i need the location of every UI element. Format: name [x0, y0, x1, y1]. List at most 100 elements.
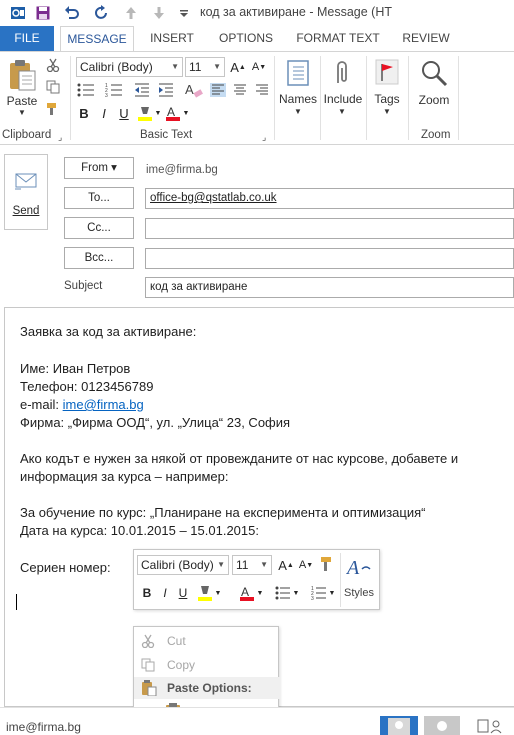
- menu-item-label: Copy: [167, 658, 196, 672]
- outlook-icon[interactable]: [8, 3, 28, 23]
- align-right-icon[interactable]: [252, 81, 272, 99]
- avatar[interactable]: [424, 716, 460, 735]
- chevron-down-icon: ▼: [260, 560, 268, 569]
- tab-options[interactable]: OPTIONS: [212, 26, 280, 51]
- redo-icon[interactable]: [92, 3, 112, 23]
- mini-font-name-combo[interactable]: Calibri (Body) ▼: [137, 555, 229, 575]
- mini-font-size-combo[interactable]: 11 ▼: [232, 555, 272, 575]
- highlight-icon[interactable]: [196, 583, 214, 603]
- to-recipient[interactable]: office-bg@qstatlab.co.uk: [150, 192, 277, 204]
- increase-indent-icon[interactable]: [156, 81, 176, 99]
- body-line: Име: Иван Петров: [20, 361, 131, 376]
- highlight-icon[interactable]: [136, 104, 154, 122]
- mini-italic-button[interactable]: I: [158, 584, 172, 602]
- align-left-icon[interactable]: [208, 81, 228, 99]
- menu-item-label: Paste Options:: [167, 681, 252, 695]
- subject-field[interactable]: код за активиране: [145, 277, 514, 298]
- copy-icon[interactable]: [44, 79, 62, 95]
- menu-item-paste-options: Paste Options:: [134, 677, 280, 699]
- mini-underline-button[interactable]: U: [176, 584, 190, 602]
- attach-icon[interactable]: [327, 58, 357, 88]
- chevron-down-icon[interactable]: ▼: [381, 107, 393, 116]
- italic-button[interactable]: I: [96, 104, 112, 122]
- paste-button[interactable]: Paste: [4, 94, 40, 108]
- body-line: Заявка за код за активиране:: [20, 324, 197, 339]
- chevron-down-icon[interactable]: ▼: [182, 107, 190, 119]
- bcc-button[interactable]: Bcc...: [64, 247, 134, 269]
- chevron-down-icon[interactable]: ▼: [214, 587, 222, 599]
- more-icon[interactable]: [174, 3, 194, 23]
- styles-button[interactable]: Styles: [344, 587, 374, 599]
- ribbon: Paste ▼ Clipboard ⌟ Calibri (Body) ▼ 11 …: [0, 51, 514, 145]
- mini-font-name-value: Calibri (Body): [141, 558, 214, 572]
- down-arrow-icon[interactable]: [149, 3, 169, 23]
- menu-item-copy[interactable]: Copy: [134, 654, 280, 676]
- cut-icon[interactable]: [44, 57, 62, 73]
- menu-item-cut[interactable]: Cut: [134, 630, 280, 652]
- chevron-down-icon[interactable]: ▼: [154, 107, 162, 119]
- separator: [70, 56, 71, 140]
- people-pane-icon[interactable]: [476, 718, 506, 734]
- basic-text-launcher-icon[interactable]: ⌟: [262, 132, 266, 143]
- grow-font-icon[interactable]: A ▲: [278, 556, 294, 574]
- bold-button[interactable]: B: [76, 104, 92, 122]
- undo-icon[interactable]: [62, 3, 82, 23]
- align-center-icon[interactable]: [230, 81, 250, 99]
- to-field[interactable]: office-bg@qstatlab.co.uk: [145, 188, 514, 209]
- shrink-font-icon[interactable]: A ▼: [298, 556, 314, 574]
- bullets-icon[interactable]: [76, 81, 96, 99]
- bcc-field[interactable]: [145, 248, 514, 269]
- body-line: Фирма: „Фирма ООД“, ул. „Улица“ 23, Софи…: [20, 415, 291, 430]
- from-button[interactable]: From ▾: [64, 157, 134, 179]
- tab-insert[interactable]: INSERT: [142, 26, 202, 51]
- separator: [408, 56, 409, 140]
- format-painter-icon[interactable]: [44, 101, 62, 117]
- paste-icon[interactable]: [6, 58, 38, 92]
- to-button[interactable]: To...: [64, 187, 134, 209]
- tab-format-text[interactable]: FORMAT TEXT: [290, 26, 386, 51]
- styles-icon[interactable]: A: [346, 554, 372, 580]
- chevron-down-icon[interactable]: ▼: [328, 587, 336, 599]
- send-button[interactable]: Send: [4, 154, 48, 230]
- grow-font-icon[interactable]: A ▲: [230, 58, 246, 76]
- send-icon: [12, 169, 39, 196]
- underline-button[interactable]: U: [116, 104, 132, 122]
- save-icon[interactable]: [33, 3, 53, 23]
- tags-button[interactable]: Tags: [368, 92, 406, 106]
- svg-text:A: A: [185, 82, 194, 97]
- numbering-icon[interactable]: 123: [310, 584, 328, 602]
- format-painter-icon[interactable]: [318, 555, 336, 573]
- flag-icon[interactable]: [372, 57, 402, 87]
- numbering-icon[interactable]: 123: [104, 81, 124, 99]
- zoom-button[interactable]: Zoom: [414, 93, 454, 107]
- chevron-down-icon[interactable]: ▼: [292, 587, 300, 599]
- title-bar: код за активиране - Message (HT: [0, 0, 514, 26]
- font-color-icon[interactable]: A: [164, 104, 182, 122]
- clipboard-launcher-icon[interactable]: ⌟: [58, 132, 62, 143]
- clear-formatting-icon[interactable]: A: [184, 81, 204, 99]
- shrink-font-icon[interactable]: A ▼: [251, 58, 267, 76]
- decrease-indent-icon[interactable]: [132, 81, 152, 99]
- tab-file[interactable]: FILE: [0, 26, 54, 51]
- tab-review[interactable]: REVIEW: [396, 26, 456, 51]
- up-arrow-icon[interactable]: [121, 3, 141, 23]
- chevron-down-icon[interactable]: ▼: [256, 587, 264, 599]
- zoom-icon[interactable]: [418, 57, 450, 89]
- mini-bold-button[interactable]: B: [140, 584, 154, 602]
- address-book-icon[interactable]: [283, 58, 313, 88]
- font-color-icon[interactable]: A: [238, 583, 256, 603]
- paste-dropdown-icon[interactable]: ▼: [16, 108, 28, 117]
- font-size-combo[interactable]: 11 ▼: [185, 57, 225, 77]
- tab-message[interactable]: MESSAGE: [60, 26, 134, 52]
- svg-text:A: A: [346, 557, 360, 579]
- names-button[interactable]: Names: [276, 92, 320, 106]
- bullets-icon[interactable]: [274, 584, 292, 602]
- avatar[interactable]: [380, 716, 418, 735]
- cc-button[interactable]: Cc...: [64, 217, 134, 239]
- chevron-down-icon[interactable]: ▼: [292, 107, 304, 116]
- email-link[interactable]: ime@firma.bg: [63, 397, 144, 412]
- chevron-down-icon[interactable]: ▼: [336, 107, 348, 116]
- include-button[interactable]: Include: [320, 92, 366, 106]
- font-name-combo[interactable]: Calibri (Body) ▼: [76, 57, 183, 77]
- cc-field[interactable]: [145, 218, 514, 239]
